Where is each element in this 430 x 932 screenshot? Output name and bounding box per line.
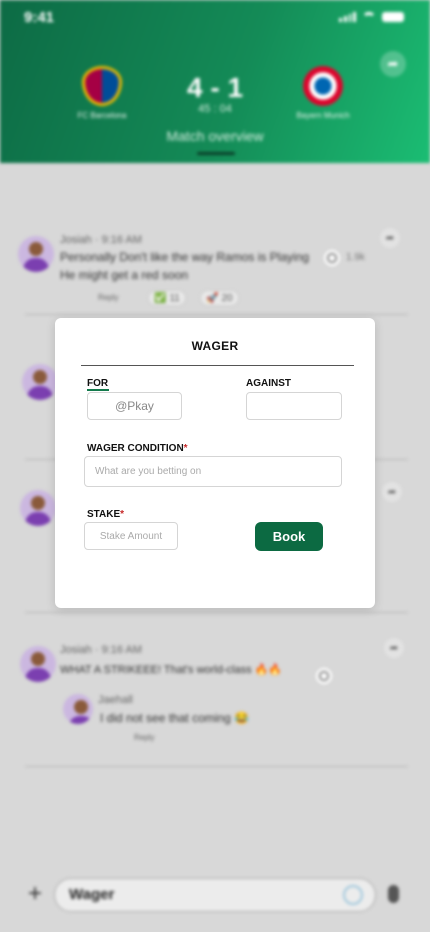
chat-post: Josiah · 9:16 AM WHAT A STRIKEEE! That's… [18, 638, 408, 760]
share-icon[interactable]: ➦ [380, 228, 400, 248]
tab-indicator [197, 152, 235, 155]
message-composer: + Wager [0, 866, 430, 922]
post-time: 9:16 AM [101, 234, 142, 246]
football-icon [316, 668, 332, 684]
wager-condition-label: WAGER CONDITION* [87, 443, 188, 454]
reply-link[interactable]: Reply [98, 293, 118, 302]
reaction-check[interactable]: ✅ 11 [148, 290, 186, 306]
avatar [63, 694, 93, 724]
emoji-icon[interactable] [343, 885, 363, 905]
divider [81, 365, 354, 366]
away-team-name: Bayern Munich [296, 111, 350, 120]
divider [25, 766, 408, 767]
against-label: AGAINST [246, 378, 291, 389]
signal-icon [339, 12, 356, 22]
away-team: Bayern Munich [278, 66, 368, 120]
for-label-underline [87, 389, 109, 391]
share-icon[interactable]: ➦ [384, 638, 404, 658]
required-marker: * [120, 509, 125, 520]
avatar [20, 490, 56, 526]
post-text-line: Personally Don't like the way Ramos is P… [60, 250, 310, 264]
divider [25, 612, 408, 613]
wager-condition-label-text: WAGER CONDITION [87, 443, 184, 454]
wager-condition-input[interactable] [84, 456, 342, 487]
post-text: WHAT A STRIKEEE! That's world-class 🔥🔥 [60, 664, 283, 676]
post-text-line: He might get a red soon [60, 268, 189, 282]
post-time: 9:16 AM [101, 644, 142, 656]
football-icon [324, 250, 340, 266]
divider [25, 314, 408, 315]
avatar [22, 364, 58, 400]
reply-text: I did not see that coming 😂 [100, 711, 250, 725]
reply-link[interactable]: Reply [134, 733, 154, 742]
avatar [20, 646, 56, 682]
for-input[interactable] [87, 392, 182, 420]
share-icon[interactable]: ➦ [382, 482, 402, 502]
plus-icon[interactable]: + [28, 880, 42, 908]
reaction-rocket[interactable]: 🚀 20 [200, 290, 239, 306]
post-text: Personally Don't like the way Ramos is P… [60, 248, 309, 284]
message-input[interactable]: Wager [54, 878, 376, 912]
stake-label: STAKE* [87, 509, 124, 520]
against-input[interactable] [246, 392, 342, 420]
modal-title: WAGER [191, 339, 239, 353]
username-text: Josiah [60, 644, 92, 656]
microphone-icon[interactable] [388, 885, 399, 903]
bayern-crest-icon [303, 66, 343, 106]
tab-match-overview[interactable]: Match overview [0, 128, 430, 144]
chat-post: Josiah · 9:16 AM Personally Don't like t… [18, 228, 408, 312]
required-marker: * [183, 443, 188, 454]
post-username: Josiah · 9:16 AM [60, 234, 142, 246]
side-count: 1.9k [346, 252, 365, 263]
book-button[interactable]: Book [255, 522, 323, 551]
status-time: 9:41 [24, 9, 55, 26]
reply-username: Jaehall [98, 694, 133, 706]
username-text: Josiah [60, 234, 92, 246]
avatar [18, 236, 54, 272]
match-header: 9:41 ➦ FC Barcelona 4 - 1 45 : 04 Bayern… [0, 0, 430, 163]
status-icons [339, 12, 404, 22]
for-label: FOR [87, 378, 109, 389]
battery-icon [382, 12, 404, 22]
stake-label-text: STAKE [87, 509, 121, 520]
reaction-count: 20 [221, 292, 233, 304]
wager-modal: WAGER FOR AGAINST WAGER CONDITION* STAKE… [55, 318, 375, 608]
wifi-icon [362, 12, 376, 22]
reaction-count: 11 [169, 292, 180, 304]
post-username: Josiah · 9:16 AM [60, 644, 142, 656]
stake-input[interactable] [84, 522, 178, 550]
